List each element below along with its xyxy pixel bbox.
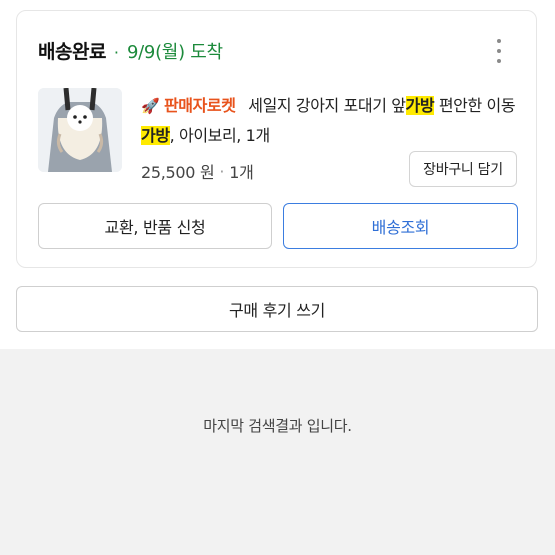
order-card: 배송완료 · 9/9(월) 도착 🚀 판매자로켓 세일지 강아지 포대기 앞가방… <box>16 10 537 268</box>
product-option-text: , 아이보리, 1개 <box>169 126 271 145</box>
keyword-highlight: 가방 <box>405 96 435 115</box>
product-quantity: 1개 <box>229 163 254 182</box>
pet-carrier-bag-photo <box>38 88 122 172</box>
write-review-button[interactable]: 구매 후기 쓰기 <box>16 286 538 332</box>
status-separator: · <box>113 43 120 62</box>
product-price: 25,500 원 <box>141 163 215 182</box>
arrival-date: 9/9(월) 도착 <box>127 42 223 63</box>
price-separator: · <box>219 161 225 181</box>
exchange-return-button[interactable]: 교환, 반품 신청 <box>38 203 272 249</box>
delivery-status: 배송완료 <box>38 41 106 63</box>
order-list-area: 배송완료 · 9/9(월) 도착 🚀 판매자로켓 세일지 강아지 포대기 앞가방… <box>0 0 555 349</box>
price-row: 25,500 원 · 1개 <box>141 159 254 183</box>
product-title-text: 편안한 이동 <box>434 96 516 115</box>
add-to-cart-button[interactable]: 장바구니 담기 <box>409 151 517 187</box>
product-title[interactable]: 🚀 판매자로켓 세일지 강아지 포대기 앞가방 편안한 이동가방, 아이보리, … <box>141 91 517 150</box>
delivery-status-row: 배송완료 · 9/9(월) 도착 <box>38 37 223 64</box>
results-footer: 마지막 검색결과 입니다. <box>0 349 555 555</box>
more-vertical-icon[interactable] <box>491 39 507 63</box>
rocket-icon: 🚀 <box>141 97 160 115</box>
keyword-highlight: 가방 <box>141 126 170 145</box>
product-thumbnail[interactable] <box>38 88 122 172</box>
track-delivery-button[interactable]: 배송조회 <box>283 203 518 249</box>
product-title-text: 세일지 강아지 포대기 앞 <box>248 96 406 115</box>
end-of-results-message: 마지막 검색결과 입니다. <box>203 417 352 435</box>
seller-rocket-badge: 판매자로켓 <box>163 96 236 115</box>
